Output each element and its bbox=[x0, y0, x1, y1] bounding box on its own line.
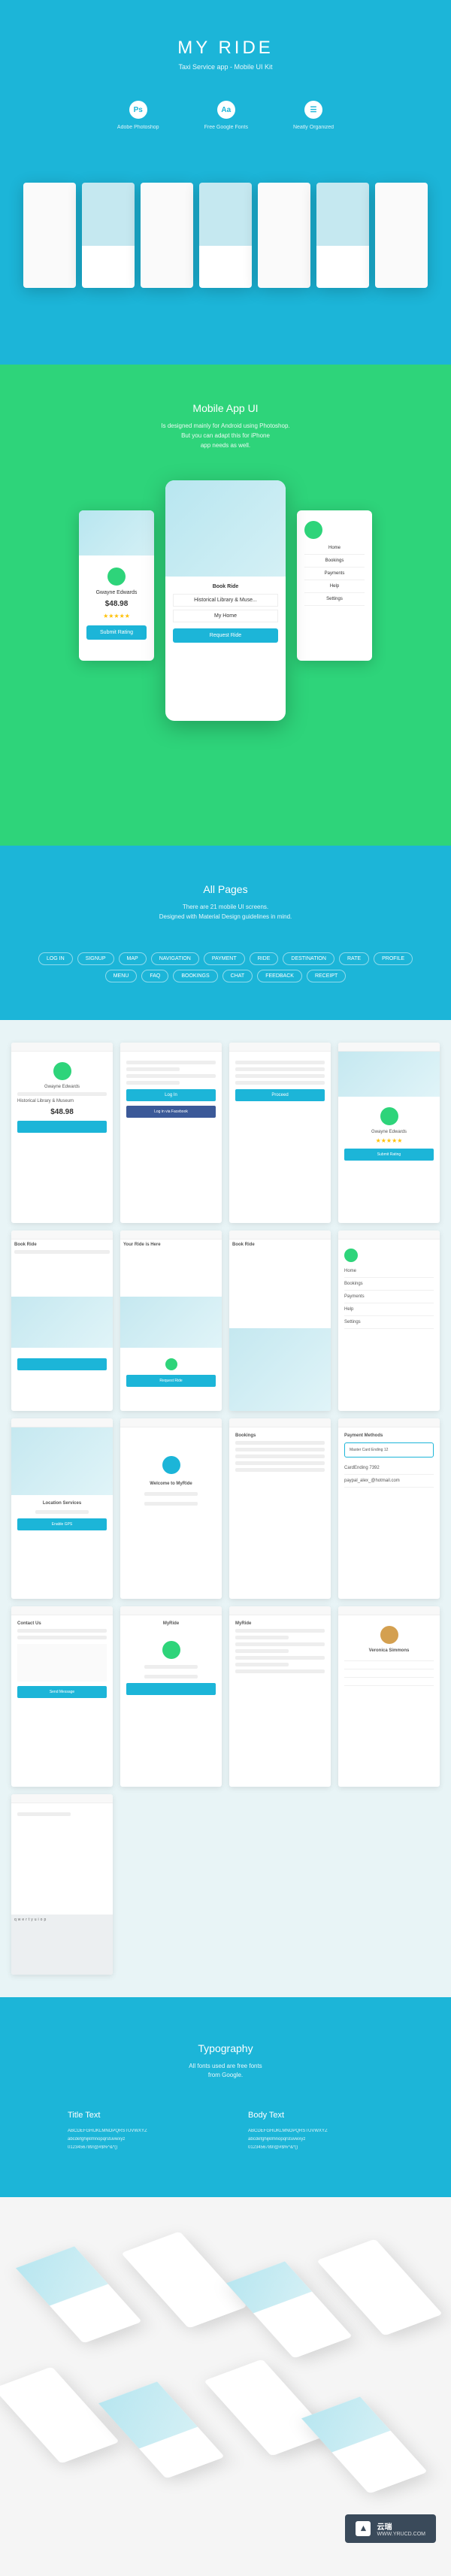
section-title: Typography bbox=[30, 2042, 421, 2054]
tag: LOG IN bbox=[38, 952, 73, 965]
tag: SIGNUP bbox=[77, 952, 114, 965]
screen-map: Book Ride bbox=[229, 1230, 331, 1411]
screen-payment: Payment MethodsMaster Card Ending 12Card… bbox=[338, 1418, 440, 1599]
screen-signup: Proceed bbox=[229, 1043, 331, 1223]
screen-location: Location ServicesEnable GPS bbox=[11, 1418, 113, 1599]
photoshop-icon: Ps bbox=[129, 101, 147, 119]
screen-chat: qwertyuiop bbox=[11, 1794, 113, 1975]
typography-section: Typography All fonts used are free fonts… bbox=[0, 1997, 451, 2197]
phones-showcase: Gwayne Edwards$48.98★★★★★Submit Rating B… bbox=[23, 480, 428, 721]
watermark-icon bbox=[356, 2521, 371, 2536]
hero-phones bbox=[15, 183, 436, 288]
hero-subtitle: Taxi Service app - Mobile UI Kit bbox=[15, 63, 436, 71]
feature-row: PsAdobe Photoshop AaFree Google Fonts ☰N… bbox=[15, 101, 436, 130]
tag: NAVIGATION bbox=[151, 952, 199, 965]
tag: RATE bbox=[339, 952, 369, 965]
star-rating: ★★★★★ bbox=[344, 1137, 434, 1144]
screen-menu: HomeBookingsPaymentsHelpSettings bbox=[338, 1230, 440, 1411]
logo-icon bbox=[162, 1456, 180, 1474]
section-desc: There are 21 mobile UI screens. Designed… bbox=[23, 903, 428, 922]
tag: CHAT bbox=[222, 970, 253, 982]
tag: PROFILE bbox=[374, 952, 413, 965]
mobile-ui-section: Mobile App UI Is designed mainly for And… bbox=[0, 365, 451, 846]
screen-about: MyRide bbox=[120, 1606, 222, 1787]
phone-preview bbox=[23, 183, 76, 288]
feature-organized: ☰Neatly Organized bbox=[293, 101, 334, 130]
tag: PAYMENT bbox=[204, 952, 245, 965]
request-ride-button: Request Ride bbox=[173, 628, 278, 643]
phone-preview bbox=[199, 183, 252, 288]
phone-preview bbox=[375, 183, 428, 288]
phone-preview bbox=[258, 183, 310, 288]
section-title: All Pages bbox=[23, 883, 428, 895]
phone-main: Book Ride Historical Library & Muse... M… bbox=[165, 480, 286, 721]
fonts-icon: Aa bbox=[217, 101, 235, 119]
avatar-icon bbox=[304, 521, 322, 539]
layers-icon: ☰ bbox=[304, 101, 322, 119]
screen-rating: Gwayne Edwards★★★★★Submit Rating bbox=[338, 1043, 440, 1223]
iso-phone bbox=[0, 2366, 120, 2463]
avatar-icon bbox=[53, 1062, 71, 1080]
screen-login: Log InLog in via Facebook bbox=[120, 1043, 222, 1223]
keyboard: qwertyuiop bbox=[11, 1915, 113, 1975]
iso-phone bbox=[204, 2359, 330, 2456]
phone-preview bbox=[82, 183, 135, 288]
tag-list: LOG IN SIGNUP MAP NAVIGATION PAYMENT RID… bbox=[23, 952, 428, 982]
screens-grid: Gwayne EdwardsHistorical Library & Museu… bbox=[0, 1020, 451, 1997]
screen-faq: MyRide bbox=[229, 1606, 331, 1787]
feature-photoshop: PsAdobe Photoshop bbox=[117, 101, 159, 130]
phone-profile: Gwayne Edwards$48.98★★★★★Submit Rating bbox=[79, 510, 154, 661]
iso-phone bbox=[98, 2381, 225, 2478]
avatar-icon bbox=[344, 1249, 358, 1262]
logo-icon bbox=[162, 1641, 180, 1659]
star-rating: ★★★★★ bbox=[86, 613, 147, 619]
tag: FEEDBACK bbox=[257, 970, 302, 982]
screen-driver: Veronica Simmons bbox=[338, 1606, 440, 1787]
avatar-icon bbox=[107, 568, 126, 586]
screen-bookings: Bookings bbox=[229, 1418, 331, 1599]
screen-contact: Contact UsSend Message bbox=[11, 1606, 113, 1787]
showcase-section: 云瑞 WWW.YRUCD.COM bbox=[0, 2197, 451, 2558]
tag: DESTINATION bbox=[283, 952, 334, 965]
tag: BOOKINGS bbox=[173, 970, 217, 982]
feature-fonts: AaFree Google Fonts bbox=[204, 101, 248, 130]
screen-bookride: Book Ride bbox=[11, 1230, 113, 1411]
phone-nav: Home Bookings Payments Help Settings bbox=[297, 510, 372, 661]
iso-phone bbox=[16, 2246, 142, 2343]
tag: FAQ bbox=[141, 970, 168, 982]
iso-phone bbox=[121, 2231, 247, 2328]
section-desc: Is designed mainly for Android using Pho… bbox=[23, 422, 428, 450]
tag: RIDE bbox=[250, 952, 279, 965]
screen-welcome: Welcome to MyRide bbox=[120, 1418, 222, 1599]
tag: RECEIPT bbox=[307, 970, 346, 982]
all-pages-section: All Pages There are 21 mobile UI screens… bbox=[0, 846, 451, 1020]
screen-rate: Gwayne EdwardsHistorical Library & Museu… bbox=[11, 1043, 113, 1223]
hero-title: MY RIDE bbox=[15, 38, 436, 59]
hero-section: MY RIDE Taxi Service app - Mobile UI Kit… bbox=[0, 0, 451, 365]
avatar-icon bbox=[380, 1107, 398, 1125]
tag: MENU bbox=[105, 970, 138, 982]
phone-preview bbox=[141, 183, 193, 288]
tag: MAP bbox=[119, 952, 147, 965]
avatar-icon bbox=[380, 1626, 398, 1644]
avatar-icon bbox=[165, 1358, 177, 1370]
section-desc: All fonts used are free fonts from Googl… bbox=[30, 2062, 421, 2081]
phone-preview bbox=[316, 183, 369, 288]
screen-yourride: Your Ride is HereRequest Ride bbox=[120, 1230, 222, 1411]
watermark: 云瑞 WWW.YRUCD.COM bbox=[345, 2514, 436, 2543]
body-text-col: Body Text ABCDEFGHIJKLMNOPQRSTUVWXYZ abc… bbox=[248, 2111, 383, 2151]
title-text-col: Title Text ABCDEFGHIJKLMNOPQRSTUVWXYZ ab… bbox=[68, 2111, 203, 2151]
iso-phone bbox=[301, 2396, 428, 2493]
section-title: Mobile App UI bbox=[23, 402, 428, 414]
